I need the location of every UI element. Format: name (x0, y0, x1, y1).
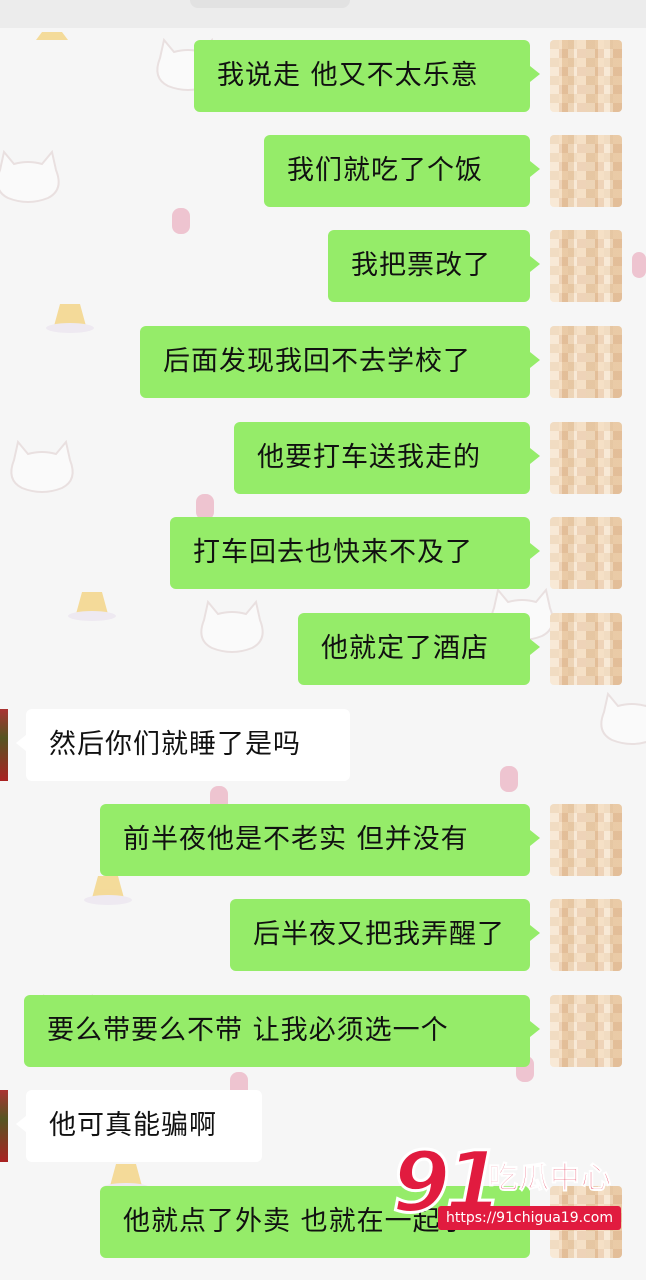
message-sent: 他要打车送我走的 (0, 422, 646, 496)
avatar[interactable] (550, 899, 622, 971)
avatar[interactable] (550, 613, 622, 685)
message-bubble[interactable]: 然后你们就睡了是吗 (26, 709, 350, 781)
message-bubble[interactable]: 要么带要么不带 让我必须选一个 (24, 995, 530, 1067)
bubble-tail (530, 543, 540, 559)
message-sent: 要么带要么不带 让我必须选一个 (0, 995, 646, 1069)
message-sent: 前半夜他是不老实 但并没有 (0, 804, 646, 878)
bubble-tail (530, 639, 540, 655)
message-bubble[interactable]: 我把票改了 (328, 230, 530, 302)
avatar[interactable] (550, 326, 622, 398)
message-bubble[interactable]: 后面发现我回不去学校了 (140, 326, 530, 398)
message-bubble[interactable]: 他就定了酒店 (298, 613, 530, 685)
message-sent: 后半夜又把我弄醒了 (0, 899, 646, 973)
avatar[interactable] (550, 804, 622, 876)
bubble-tail (530, 830, 540, 846)
message-bubble[interactable]: 前半夜他是不老实 但并没有 (100, 804, 530, 876)
watermark-title: 吃瓜中心 (488, 1161, 612, 1196)
message-sent: 我们就吃了个饭 (0, 135, 646, 209)
message-bubble[interactable]: 打车回去也快来不及了 (170, 517, 530, 589)
message-sent: 打车回去也快来不及了 (0, 517, 646, 591)
avatar[interactable] (550, 517, 622, 589)
avatar[interactable] (550, 422, 622, 494)
bubble-tail (530, 161, 540, 177)
bubble-tail (530, 256, 540, 272)
bubble-tail (530, 352, 540, 368)
message-bubble[interactable]: 我说走 他又不太乐意 (194, 40, 530, 112)
bubble-tail (530, 925, 540, 941)
message-bubble[interactable]: 我们就吃了个饭 (264, 135, 530, 207)
bubble-tail (16, 735, 26, 751)
status-bar (0, 0, 646, 28)
avatar[interactable] (550, 995, 622, 1067)
bubble-tail (530, 1021, 540, 1037)
message-sent: 后面发现我回不去学校了 (0, 326, 646, 400)
bubble-tail (530, 66, 540, 82)
avatar[interactable] (0, 709, 8, 781)
message-sent: 我把票改了 (0, 230, 646, 304)
bubble-tail (530, 448, 540, 464)
message-bubble[interactable]: 后半夜又把我弄醒了 (230, 899, 530, 971)
message-sent: 他就定了酒店 (0, 613, 646, 687)
message-received: 然后你们就睡了是吗 (0, 709, 646, 783)
avatar[interactable] (550, 40, 622, 112)
message-bubble[interactable]: 他可真能骗啊 (26, 1090, 262, 1162)
status-bar-notch (190, 0, 350, 8)
watermark: 91 吃瓜中心 https://91chigua19.com (391, 1139, 632, 1236)
message-sent: 我说走 他又不太乐意 (0, 40, 646, 114)
avatar[interactable] (0, 1090, 8, 1162)
avatar[interactable] (550, 135, 622, 207)
watermark-url: https://91chigua19.com (438, 1206, 621, 1230)
avatar[interactable] (550, 230, 622, 302)
message-bubble[interactable]: 他要打车送我走的 (234, 422, 530, 494)
bubble-tail (16, 1116, 26, 1132)
